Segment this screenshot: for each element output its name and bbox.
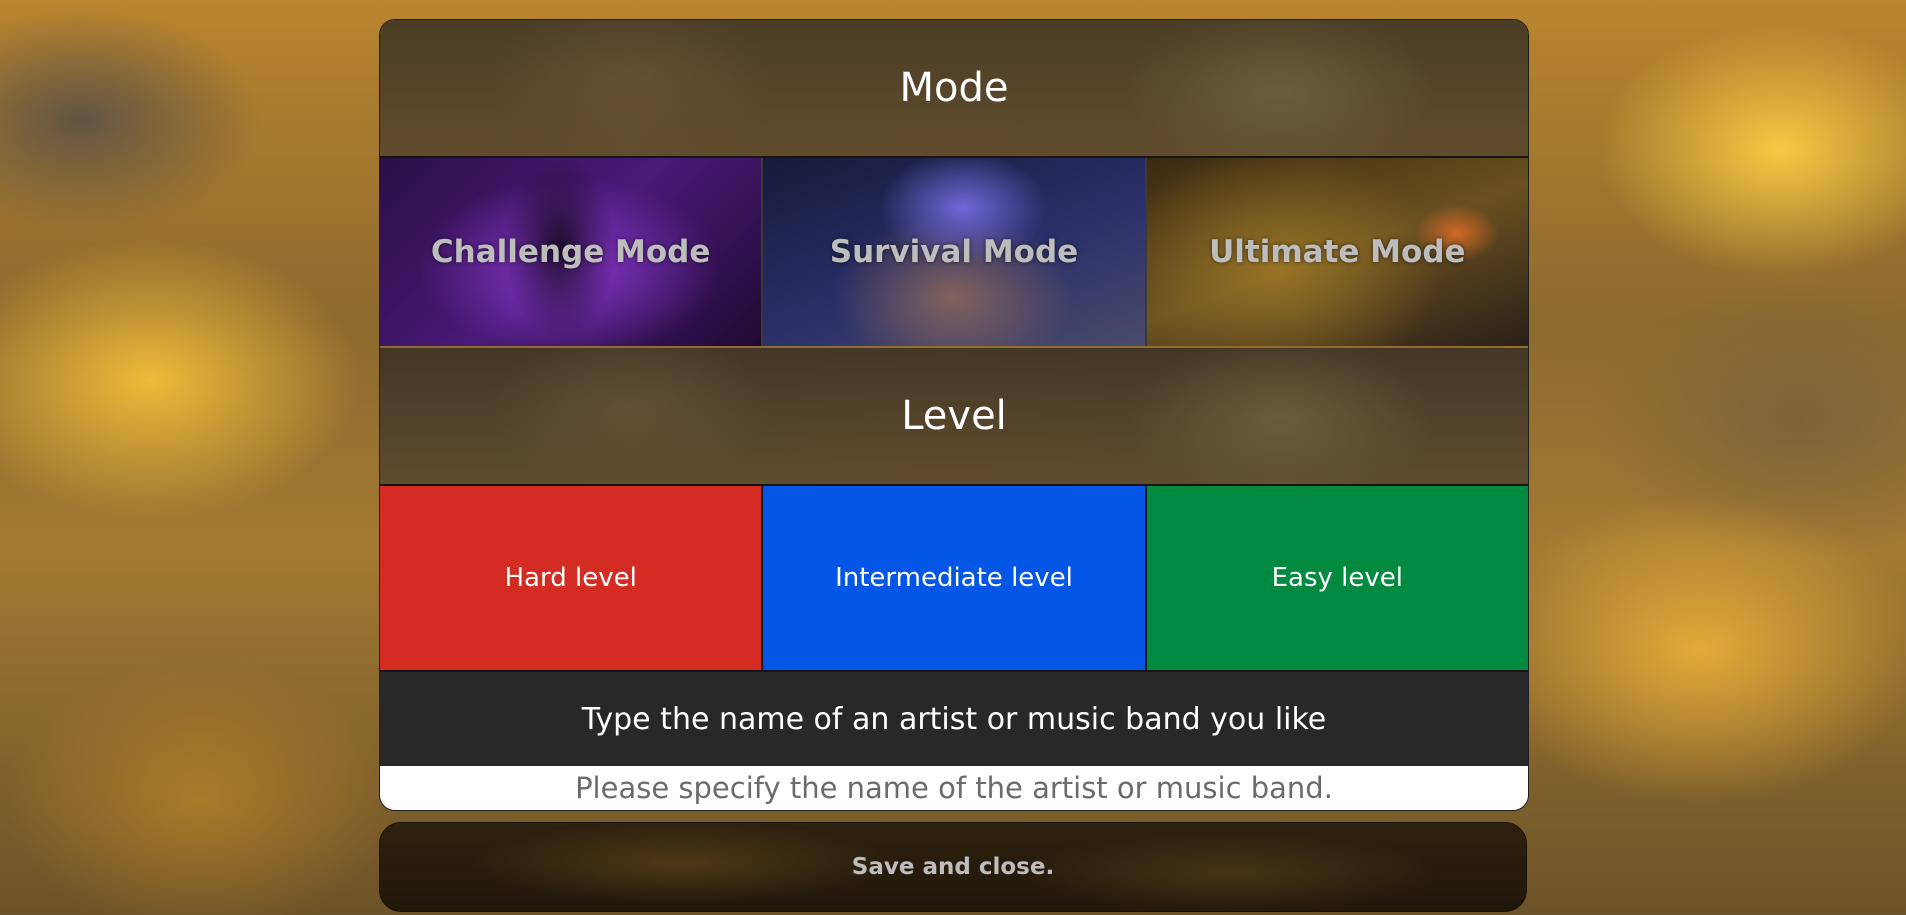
intermediate-level-button[interactable]: Intermediate level [763, 486, 1147, 670]
mode-options: Challenge Mode Survival Mode Ultimate Mo… [380, 158, 1528, 346]
easy-level-button[interactable]: Easy level [1146, 486, 1528, 670]
save-and-close-button[interactable]: Save and close. [379, 822, 1527, 912]
survival-mode-card[interactable]: Survival Mode [763, 158, 1147, 346]
settings-panel: Mode Challenge Mode Survival Mode Ultima… [379, 19, 1529, 811]
artist-prompt: Type the name of an artist or music band… [380, 672, 1528, 766]
mode-section-title: Mode [380, 20, 1528, 158]
ultimate-mode-card[interactable]: Ultimate Mode [1146, 158, 1528, 346]
hard-level-button[interactable]: Hard level [380, 486, 764, 670]
challenge-mode-card[interactable]: Challenge Mode [380, 158, 764, 346]
level-section-title: Level [380, 348, 1528, 486]
level-options: Hard level Intermediate level Easy level [380, 486, 1528, 672]
artist-name-input[interactable] [380, 766, 1528, 810]
